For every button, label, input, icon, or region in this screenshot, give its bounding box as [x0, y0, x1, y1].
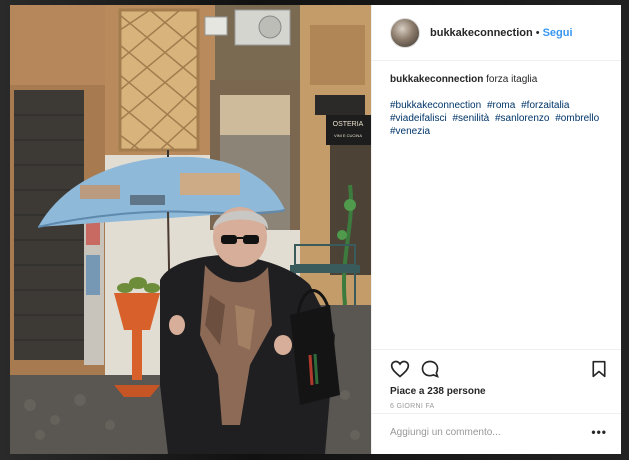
caption-text: forza itaglia	[486, 74, 538, 85]
follow-button[interactable]: Segui	[543, 27, 573, 39]
photo-illustration: OSTERIA VINI E CUCINA	[10, 5, 371, 454]
action-icons	[390, 358, 607, 380]
bookmark-icon[interactable]	[591, 360, 607, 378]
post-photo[interactable]: OSTERIA VINI E CUCINA	[10, 5, 371, 454]
more-options-button[interactable]: •••	[591, 425, 607, 439]
post-header: bukkakeconnection • Segui	[372, 5, 621, 61]
likes-count[interactable]: Piace a 238 persone	[390, 386, 607, 397]
caption: bukkakeconnection forza itaglia	[390, 73, 603, 87]
hashtag-link[interactable]: #roma	[487, 100, 515, 111]
hashtag-link[interactable]: #sanlorenzo	[495, 113, 549, 124]
sign-text-top: OSTERIA	[333, 121, 364, 128]
timestamp[interactable]: 6 GIORNI FA	[390, 403, 607, 410]
speech-bubble-icon[interactable]	[420, 359, 440, 379]
post-modal: OSTERIA VINI E CUCINA bukkakeconnection …	[10, 5, 621, 454]
comment-form: •••	[372, 413, 621, 450]
avatar[interactable]	[390, 17, 420, 48]
caption-username[interactable]: bukkakeconnection	[390, 74, 483, 85]
username-link[interactable]: bukkakeconnection	[430, 27, 533, 39]
hashtag-link[interactable]: #ombrello	[555, 113, 599, 124]
hashtag-link[interactable]: #viadeifalisci	[390, 113, 447, 124]
hashtag-list: #bukkakeconnection #roma #forzaitalia #v…	[390, 99, 603, 138]
separator-dot: •	[535, 26, 540, 39]
sign-text-bottom: VINI E CUCINA	[334, 133, 362, 138]
hashtag-link[interactable]: #senilità	[452, 113, 489, 124]
action-bar: Piace a 238 persone 6 GIORNI FA	[372, 349, 621, 413]
caption-area: bukkakeconnection forza itaglia #bukkake…	[372, 61, 621, 349]
hashtag-link[interactable]: #forzaitalia	[521, 100, 569, 111]
hashtag-link[interactable]: #bukkakeconnection	[390, 100, 481, 111]
hashtag-link[interactable]: #venezia	[390, 126, 430, 137]
post-sidebar: bukkakeconnection • Segui bukkakeconnect…	[371, 5, 621, 454]
heart-icon[interactable]	[390, 359, 410, 379]
comment-input[interactable]	[390, 426, 592, 438]
